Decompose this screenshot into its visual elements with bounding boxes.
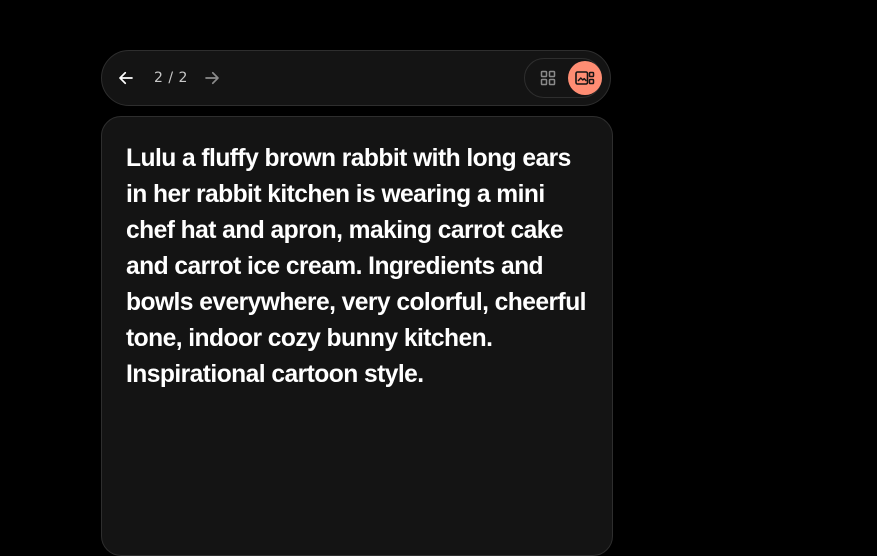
detail-view-button[interactable] bbox=[568, 61, 602, 95]
view-toggle bbox=[524, 58, 602, 98]
image-detail-icon bbox=[575, 71, 595, 85]
arrow-right-icon bbox=[205, 71, 219, 85]
grid-view-button[interactable] bbox=[533, 63, 563, 93]
prompt-card: Lulu a fluffy brown rabbit with long ear… bbox=[101, 116, 613, 556]
back-button[interactable] bbox=[115, 67, 137, 89]
grid-view-icon bbox=[540, 70, 556, 86]
forward-button[interactable] bbox=[201, 67, 223, 89]
page-indicator: 2 / 2 bbox=[154, 70, 188, 86]
prompt-text: Lulu a fluffy brown rabbit with long ear… bbox=[126, 145, 587, 388]
viewer-toolbar: 2 / 2 bbox=[101, 50, 611, 106]
arrow-left-icon bbox=[119, 71, 133, 85]
